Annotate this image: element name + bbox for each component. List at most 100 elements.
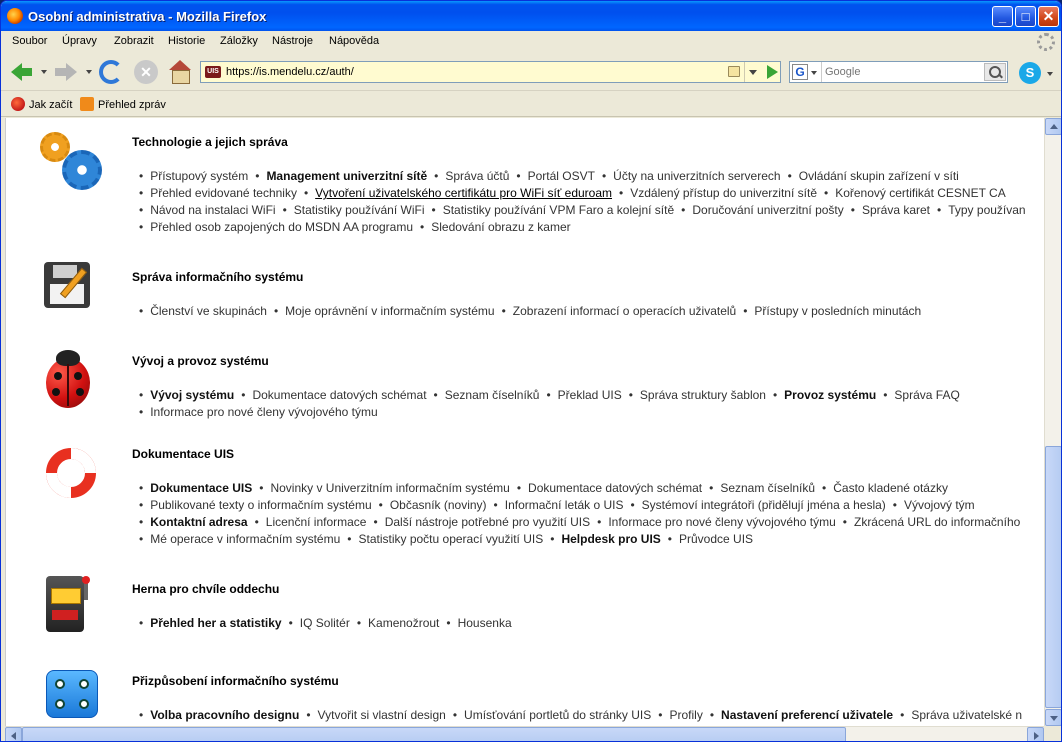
menu-link[interactable]: Seznam číselníků bbox=[445, 388, 540, 402]
skype-dropdown-icon[interactable] bbox=[1047, 72, 1053, 76]
menu-link[interactable]: Vytvoření uživatelského certifikátu pro … bbox=[315, 186, 612, 200]
horizontal-scroll-thumb[interactable] bbox=[22, 727, 846, 741]
forward-history-dropdown-icon[interactable] bbox=[86, 70, 92, 74]
menu-link[interactable]: Průvodce UIS bbox=[679, 532, 753, 546]
menu-link[interactable]: Dokumentace UIS bbox=[150, 481, 252, 495]
menu-file[interactable]: Soubor bbox=[12, 35, 47, 47]
menu-link[interactable]: Helpdesk pro UIS bbox=[561, 532, 660, 546]
menu-link[interactable]: Správa uživatelské n bbox=[911, 708, 1022, 722]
menu-link[interactable]: Správa účtů bbox=[445, 169, 509, 183]
menu-link[interactable]: Správa karet bbox=[862, 203, 930, 217]
menu-link[interactable]: Správa struktury šablon bbox=[640, 388, 766, 402]
menu-link[interactable]: Vzdálený přístup do univerzitní sítě bbox=[630, 186, 817, 200]
menu-link[interactable]: Ovládání skupin zařízení v síti bbox=[799, 169, 959, 183]
menu-link[interactable]: Zkrácená URL do informačního bbox=[854, 515, 1020, 529]
menu-link[interactable]: Dokumentace datových schémat bbox=[252, 388, 426, 402]
menu-link[interactable]: Typy používan bbox=[948, 203, 1025, 217]
maximize-button[interactable]: □ bbox=[1015, 6, 1036, 27]
back-history-dropdown-icon[interactable] bbox=[41, 70, 47, 74]
menu-help[interactable]: Nápověda bbox=[329, 35, 379, 47]
search-engine-dropdown-icon[interactable] bbox=[811, 71, 817, 75]
bookmark-getting-started[interactable]: Jak začít bbox=[11, 97, 72, 111]
menu-link[interactable]: Statistiky používání VPM Faro a kolejní … bbox=[443, 203, 674, 217]
vertical-scrollbar[interactable] bbox=[1044, 118, 1061, 726]
menu-link[interactable]: Další nástroje potřebné pro využití UIS bbox=[385, 515, 590, 529]
menu-link[interactable]: Licenční informace bbox=[266, 515, 367, 529]
close-button[interactable]: ✕ bbox=[1038, 6, 1059, 27]
menu-link[interactable]: Přehled her a statistiky bbox=[150, 616, 281, 630]
menu-bookmarks[interactable]: Záložky bbox=[220, 35, 258, 47]
menu-link[interactable]: Doručování univerzitní pošty bbox=[692, 203, 843, 217]
menu-link[interactable]: Účty na univerzitních serverech bbox=[613, 169, 780, 183]
menu-link[interactable]: Vytvořit si vlastní design bbox=[318, 708, 446, 722]
menu-link[interactable]: Profily bbox=[669, 708, 702, 722]
back-icon[interactable] bbox=[11, 60, 35, 84]
menu-link[interactable]: Portál OSVT bbox=[528, 169, 595, 183]
menu-link[interactable]: Správa FAQ bbox=[894, 388, 959, 402]
minimize-button[interactable]: _ bbox=[992, 6, 1013, 27]
menu-link[interactable]: Publikované texty o informačním systému bbox=[150, 498, 371, 512]
menu-link[interactable]: Kamenožrout bbox=[368, 616, 439, 630]
bullet-separator: • bbox=[900, 708, 905, 722]
forward-icon[interactable] bbox=[55, 60, 79, 84]
menu-link[interactable]: Statistiky používání WiFi bbox=[294, 203, 425, 217]
reload-icon[interactable] bbox=[99, 60, 123, 84]
menu-link[interactable]: Zobrazení informací o operacích uživatel… bbox=[513, 304, 736, 318]
menu-link[interactable]: IQ Solitér bbox=[300, 616, 350, 630]
menu-link[interactable]: Často kladené otázky bbox=[833, 481, 948, 495]
bullet-separator: • bbox=[139, 515, 144, 529]
scroll-down-icon[interactable] bbox=[1045, 709, 1061, 726]
menu-tools[interactable]: Nástroje bbox=[272, 35, 313, 47]
menu-link[interactable]: Přístupy v posledních minutách bbox=[754, 304, 921, 318]
menu-link[interactable]: Přehled evidované techniky bbox=[150, 186, 297, 200]
menu-link[interactable]: Statistiky počtu operací využití UIS bbox=[358, 532, 543, 546]
url-text[interactable]: https://is.mendelu.cz/auth/ bbox=[226, 66, 354, 78]
menu-view[interactable]: Zobrazit bbox=[114, 35, 154, 47]
horizontal-scrollbar[interactable] bbox=[5, 726, 1044, 741]
menu-link[interactable]: Informace pro nové členy vývojového týmu bbox=[150, 405, 377, 419]
menu-link[interactable]: Občasník (noviny) bbox=[390, 498, 487, 512]
url-bar[interactable]: UIS https://is.mendelu.cz/auth/ bbox=[200, 61, 781, 83]
menu-link[interactable]: Sledování obrazu z kamer bbox=[431, 220, 570, 234]
menu-link[interactable]: Nastavení preferencí uživatele bbox=[721, 708, 893, 722]
menu-link[interactable]: Management univerzitní sítě bbox=[266, 169, 427, 183]
menu-link[interactable]: Housenka bbox=[458, 616, 512, 630]
url-history-dropdown-icon[interactable] bbox=[744, 62, 760, 82]
menu-link[interactable]: Moje oprávnění v informačním systému bbox=[285, 304, 494, 318]
menu-link[interactable]: Návod na instalaci WiFi bbox=[150, 203, 275, 217]
menu-link[interactable]: Seznam číselníků bbox=[720, 481, 815, 495]
go-icon[interactable] bbox=[767, 65, 778, 79]
menu-link[interactable]: Novinky v Univerzitním informačním systé… bbox=[270, 481, 509, 495]
menu-link[interactable]: Vývojový tým bbox=[904, 498, 975, 512]
menu-link[interactable]: Překlad UIS bbox=[558, 388, 622, 402]
menu-link[interactable]: Kořenový certifikát CESNET CA bbox=[835, 186, 1006, 200]
google-engine-icon[interactable]: G bbox=[792, 64, 808, 80]
menu-link[interactable]: Umísťování portletů do stránky UIS bbox=[464, 708, 651, 722]
menu-link[interactable]: Informační leták o UIS bbox=[505, 498, 624, 512]
scroll-left-icon[interactable] bbox=[5, 727, 22, 741]
menu-link[interactable]: Systémoví integrátoři (přidělují jména a… bbox=[642, 498, 886, 512]
skype-icon[interactable]: S bbox=[1019, 62, 1041, 84]
search-magnifier-icon[interactable] bbox=[984, 63, 1006, 81]
menu-history[interactable]: Historie bbox=[168, 35, 205, 47]
search-input[interactable] bbox=[821, 62, 983, 82]
menu-link[interactable]: Členství ve skupinách bbox=[150, 304, 267, 318]
scroll-right-icon[interactable] bbox=[1027, 727, 1044, 741]
menu-link[interactable]: Kontaktní adresa bbox=[150, 515, 247, 529]
menu-link[interactable]: Volba pracovního designu bbox=[150, 708, 299, 722]
menu-link[interactable]: Provoz systému bbox=[784, 388, 876, 402]
menu-link[interactable]: Mé operace v informačním systému bbox=[150, 532, 340, 546]
menu-link[interactable]: Přístupový systém bbox=[150, 169, 248, 183]
menu-link[interactable]: Informace pro nové členy vývojového týmu bbox=[608, 515, 835, 529]
menu-edit[interactable]: Úpravy bbox=[62, 35, 97, 47]
menu-link[interactable]: Vývoj systému bbox=[150, 388, 234, 402]
vertical-scroll-thumb[interactable] bbox=[1045, 446, 1061, 708]
menu-link[interactable]: Dokumentace datových schémat bbox=[528, 481, 702, 495]
stop-icon[interactable]: ✕ bbox=[134, 60, 158, 84]
menu-link[interactable]: Přehled osob zapojených do MSDN AA progr… bbox=[150, 220, 413, 234]
security-lock-icon[interactable] bbox=[728, 66, 740, 77]
scroll-up-icon[interactable] bbox=[1045, 118, 1061, 135]
home-icon[interactable] bbox=[169, 60, 191, 84]
bookmark-news-feed[interactable]: Přehled zpráv bbox=[80, 97, 166, 111]
title-bar[interactable]: Osobní administrativa - Mozilla Firefox … bbox=[1, 1, 1061, 31]
